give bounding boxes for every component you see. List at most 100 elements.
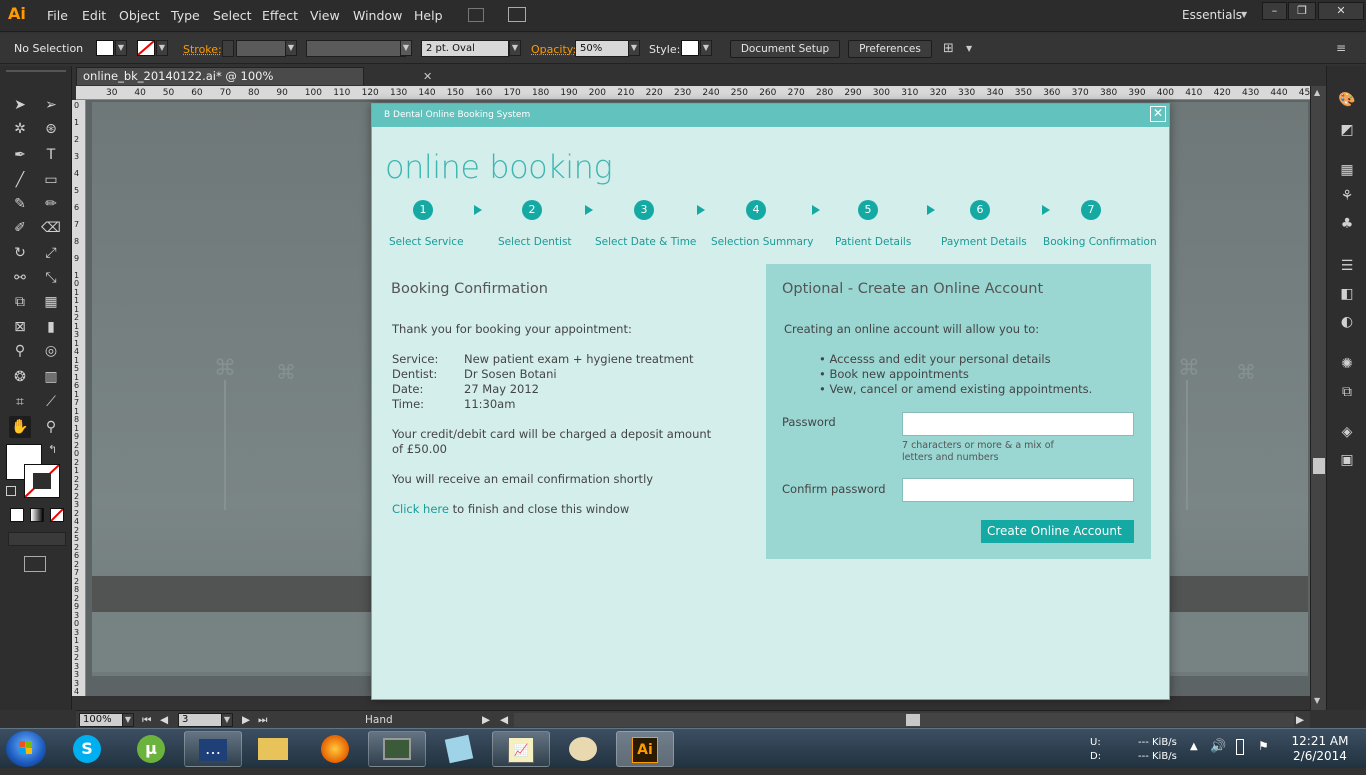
fill-dropdown[interactable]: ▼	[115, 40, 127, 56]
firefox-taskbar-icon[interactable]	[306, 731, 364, 767]
preferences-button[interactable]: Preferences	[848, 40, 932, 58]
paintbrush-tool-icon[interactable]: ✎	[9, 193, 31, 215]
artboard-tool-icon[interactable]: ⌗	[9, 391, 31, 413]
column-graph-tool-icon[interactable]: ▥	[40, 366, 62, 388]
artboard-dropdown[interactable]: ▼	[221, 713, 233, 727]
opacity-label[interactable]: Opacity:	[531, 43, 576, 56]
color-guide-icon[interactable]: ◩	[1337, 120, 1357, 140]
menu-edit[interactable]: Edit	[82, 8, 106, 23]
magic-wand-tool-icon[interactable]: ✲	[9, 118, 31, 140]
battery-icon[interactable]	[1236, 739, 1244, 755]
stroke-weight-dropdown[interactable]: ▼	[285, 40, 297, 56]
status-menu-icon[interactable]: ▶	[482, 714, 490, 726]
password-input[interactable]	[902, 412, 1134, 436]
document-setup-button[interactable]: Document Setup	[730, 40, 840, 58]
scroll-left-icon[interactable]: ◀	[500, 714, 508, 726]
hand-tool-icon[interactable]: ✋	[9, 416, 31, 438]
color-mode-icon[interactable]	[10, 508, 24, 522]
fill-swatch[interactable]	[96, 40, 114, 56]
opacity-dropdown[interactable]: ▼	[628, 40, 640, 56]
illustrator-taskbar-icon[interactable]: Ai	[616, 731, 674, 767]
menu-effect[interactable]: Effect	[262, 8, 298, 23]
swap-colors-icon[interactable]: ↰	[48, 443, 57, 456]
variable-width-field[interactable]	[306, 40, 406, 57]
stroke-dropdown[interactable]: ▼	[156, 40, 168, 56]
blend-tool-icon[interactable]: ◎	[40, 340, 62, 362]
brush-dropdown[interactable]: ▼	[509, 40, 521, 56]
color-panel-icon[interactable]: 🎨	[1337, 90, 1357, 110]
workspace-switcher[interactable]: Essentials	[1182, 8, 1242, 22]
vertical-scroll-thumb[interactable]	[1313, 458, 1325, 474]
perspective-grid-tool-icon[interactable]: ▦	[40, 291, 62, 313]
last-artboard-icon[interactable]: ⏭	[258, 714, 267, 727]
rotate-tool-icon[interactable]: ↻	[9, 242, 31, 264]
symbols-icon[interactable]: ♣	[1337, 214, 1357, 234]
messenger-taskbar-icon[interactable]: …	[184, 731, 242, 767]
first-artboard-icon[interactable]: ⏮	[142, 714, 151, 727]
document-tab[interactable]: online_bk_20140122.ai* @ 100% (CMYK/Prev…	[76, 67, 432, 99]
brushes-icon[interactable]: ⚘	[1337, 186, 1357, 206]
line-tool-icon[interactable]: ╱	[9, 169, 31, 191]
rectangle-tool-icon[interactable]: ▭	[40, 169, 62, 191]
minimize-button[interactable]: –	[1262, 2, 1287, 20]
stroke-weight-stepper[interactable]	[222, 40, 234, 57]
menu-type[interactable]: Type	[171, 8, 200, 23]
default-colors-icon[interactable]	[6, 486, 16, 496]
layers-icon[interactable]: ◈	[1337, 422, 1357, 442]
artboard-number-field[interactable]: 3	[178, 713, 222, 727]
stroke-color-box[interactable]	[24, 464, 60, 498]
file-explorer-taskbar-icon[interactable]	[244, 731, 302, 767]
system-clock[interactable]: 12:21 AM 2/6/2014	[1284, 734, 1356, 764]
next-artboard-icon[interactable]: ▶	[242, 714, 250, 726]
chart-app-taskbar-icon[interactable]: 📈	[492, 731, 550, 767]
artboards-icon[interactable]: ▣	[1337, 450, 1357, 470]
lasso-tool-icon[interactable]: ⊛	[40, 118, 62, 140]
free-transform-tool-icon[interactable]: ⤡	[40, 267, 62, 289]
eraser-tool-icon[interactable]: ⌫	[40, 217, 62, 239]
eyedropper-tool-icon[interactable]: ⚲	[9, 340, 31, 362]
width-tool-icon[interactable]: ⚯	[9, 267, 31, 289]
notes-app-taskbar-icon[interactable]	[430, 731, 488, 767]
show-hidden-icons-icon[interactable]: ▲	[1190, 741, 1198, 752]
scale-tool-icon[interactable]: ⤢	[40, 242, 62, 264]
blob-brush-tool-icon[interactable]: ✐	[9, 217, 31, 239]
pen-tool-icon[interactable]: ✒	[9, 144, 31, 166]
type-tool-icon[interactable]: T	[40, 144, 62, 166]
scroll-right-icon[interactable]: ▶	[1296, 714, 1304, 726]
scroll-down-icon[interactable]: ▼	[1314, 696, 1320, 705]
screen-mode-icon[interactable]	[24, 556, 46, 572]
volume-icon[interactable]: 🔊	[1210, 739, 1226, 754]
brush-definition-field[interactable]: 2 pt. Oval	[421, 40, 509, 57]
zoom-tool-icon[interactable]: ⚲	[40, 416, 62, 438]
graphic-style-swatch[interactable]	[681, 40, 699, 56]
panel-menu-icon[interactable]: ≡	[1336, 41, 1346, 55]
gradient-panel-icon[interactable]: ◧	[1337, 284, 1357, 304]
menu-window[interactable]: Window	[353, 8, 402, 23]
graphic-style-dropdown[interactable]: ▼	[700, 40, 712, 56]
shape-builder-tool-icon[interactable]: ⧉	[9, 291, 31, 313]
restore-button[interactable]: ❐	[1288, 2, 1316, 20]
graphic-styles-icon[interactable]: ⧉	[1337, 382, 1357, 402]
appearance-icon[interactable]: ✺	[1337, 354, 1357, 374]
symbol-sprayer-tool-icon[interactable]: ❂	[9, 366, 31, 388]
zoom-field[interactable]: 100%	[79, 713, 123, 727]
variable-width-dropdown[interactable]: ▼	[400, 40, 412, 56]
paint-taskbar-icon[interactable]	[554, 731, 612, 767]
action-center-icon[interactable]: ⚑	[1258, 739, 1269, 753]
pencil-tool-icon[interactable]: ✏	[40, 193, 62, 215]
swatches-icon[interactable]: ▦	[1337, 160, 1357, 180]
stroke-label[interactable]: Stroke:	[183, 43, 222, 56]
selection-tool-icon[interactable]: ➤	[9, 94, 31, 116]
direct-selection-tool-icon[interactable]: ➢	[40, 94, 62, 116]
dialog-close-button[interactable]: ✕	[1150, 106, 1166, 122]
previous-artboard-icon[interactable]: ◀	[160, 714, 168, 726]
close-window-button[interactable]: ✕	[1318, 2, 1364, 20]
none-mode-icon[interactable]	[50, 508, 64, 522]
transparency-icon[interactable]: ◐	[1337, 312, 1357, 332]
arrange-icon[interactable]: ⊞	[943, 41, 954, 56]
click-here-link[interactable]: Click here	[392, 502, 449, 516]
create-online-account-button[interactable]: Create Online Account	[981, 520, 1134, 543]
zoom-dropdown[interactable]: ▼	[122, 713, 134, 727]
horizontal-scroll-thumb[interactable]	[906, 714, 920, 726]
menu-file[interactable]: File	[47, 8, 68, 23]
